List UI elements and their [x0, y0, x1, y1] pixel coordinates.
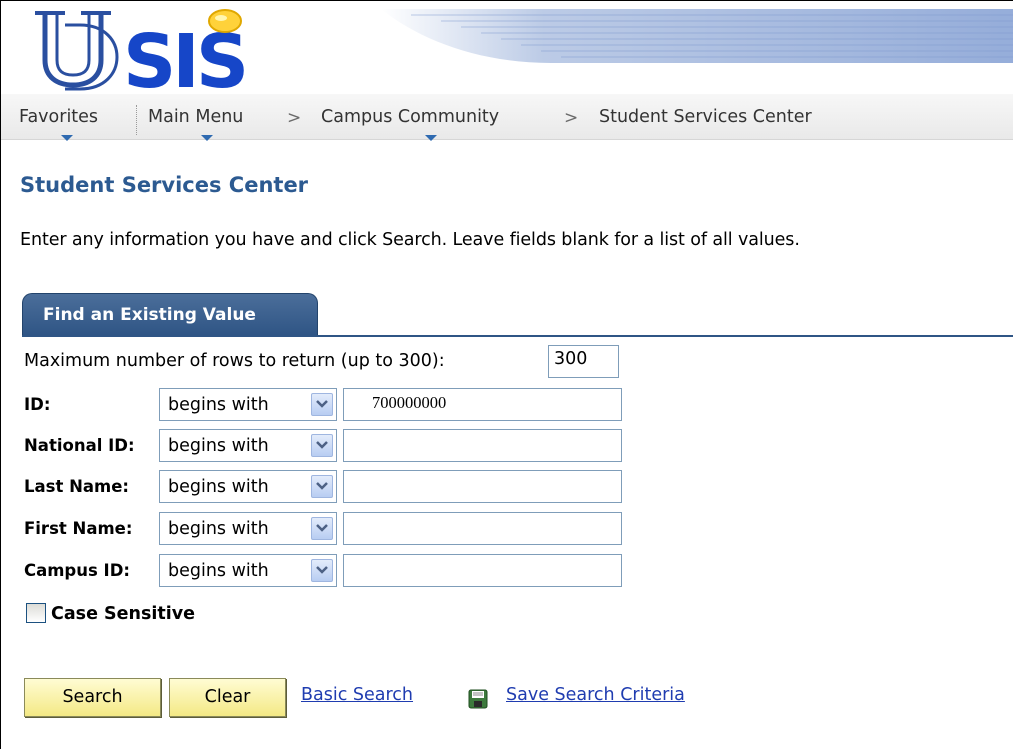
campus-id-operator-select[interactable]: begins with: [159, 554, 337, 587]
page-title: Student Services Center: [20, 173, 309, 197]
floppy-disk-icon[interactable]: [468, 689, 488, 709]
national-id-operator-select[interactable]: begins with: [159, 429, 337, 462]
clear-button[interactable]: Clear: [169, 678, 286, 717]
tab-label: Find an Existing Value: [43, 305, 256, 325]
instructions-text: Enter any information you have and click…: [20, 230, 800, 250]
first-name-label: First Name:: [24, 519, 133, 538]
breadcrumb-separator: >: [287, 108, 302, 128]
operator-value: begins with: [168, 395, 269, 415]
operator-value: begins with: [168, 477, 269, 497]
chevron-down-icon[interactable]: [311, 559, 333, 582]
operator-value: begins with: [168, 436, 269, 456]
basic-search-link[interactable]: Basic Search: [301, 685, 413, 705]
case-sensitive-checkbox[interactable]: [26, 603, 46, 623]
page: SIS Favorites Main Menu > Campus Communi…: [0, 0, 1013, 749]
nav-main-menu[interactable]: Main Menu: [148, 107, 243, 127]
search-button[interactable]: Search: [24, 678, 161, 717]
tab-find-existing-value[interactable]: Find an Existing Value: [22, 293, 318, 335]
id-operator-select[interactable]: begins with: [159, 388, 337, 421]
udsis-logo: SIS: [35, 9, 249, 91]
id-value-input[interactable]: 700000000: [343, 388, 622, 421]
first-name-value-input[interactable]: [343, 512, 622, 545]
breadcrumb-separator: >: [564, 108, 579, 128]
first-name-operator-select[interactable]: begins with: [159, 512, 337, 545]
chevron-down-icon[interactable]: [61, 135, 73, 141]
id-label: ID:: [24, 395, 51, 414]
campus-id-label: Campus ID:: [24, 561, 130, 580]
national-id-label: National ID:: [24, 436, 135, 455]
last-name-label: Last Name:: [24, 477, 130, 496]
header-banner: SIS: [1, 1, 1013, 93]
chevron-down-icon[interactable]: [425, 135, 437, 141]
nav-favorites[interactable]: Favorites: [19, 107, 98, 127]
save-search-criteria-link[interactable]: Save Search Criteria: [506, 685, 685, 705]
max-rows-label: Maximum number of rows to return (up to …: [24, 351, 445, 371]
national-id-value-input[interactable]: [343, 429, 622, 462]
max-rows-input[interactable]: 300: [548, 345, 619, 378]
case-sensitive-label[interactable]: Case Sensitive: [51, 604, 195, 624]
chevron-down-icon[interactable]: [311, 475, 333, 498]
chevron-down-icon[interactable]: [311, 434, 333, 457]
tab-underline: [22, 335, 1013, 337]
operator-value: begins with: [168, 561, 269, 581]
nav-campus-community[interactable]: Campus Community: [321, 107, 499, 127]
nav-current-page[interactable]: Student Services Center: [599, 107, 812, 127]
campus-id-value-input[interactable]: [343, 554, 622, 587]
chevron-down-icon[interactable]: [201, 135, 213, 141]
chevron-down-icon[interactable]: [311, 517, 333, 540]
operator-value: begins with: [168, 519, 269, 539]
chevron-down-icon[interactable]: [311, 393, 333, 416]
banner-decoration: [381, 9, 1013, 63]
last-name-operator-select[interactable]: begins with: [159, 470, 337, 503]
last-name-value-input[interactable]: [343, 470, 622, 503]
nav-divider: [136, 105, 138, 135]
